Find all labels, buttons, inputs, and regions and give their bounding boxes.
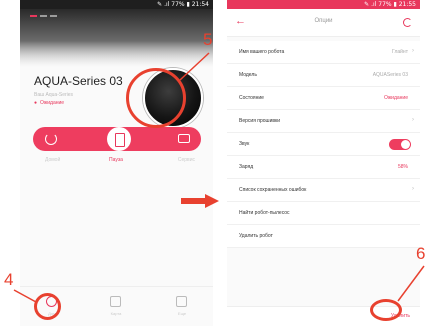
callout-number-4: 4 (4, 270, 14, 289)
callout-number-5: 5 (203, 30, 213, 49)
callout-lines (13, 52, 425, 303)
callout-number-6: 6 (416, 244, 426, 263)
right-arrow-icon (181, 194, 219, 208)
callout-line-5 (179, 52, 210, 81)
callout-line-4 (13, 289, 37, 303)
callout-line-6 (397, 265, 425, 302)
